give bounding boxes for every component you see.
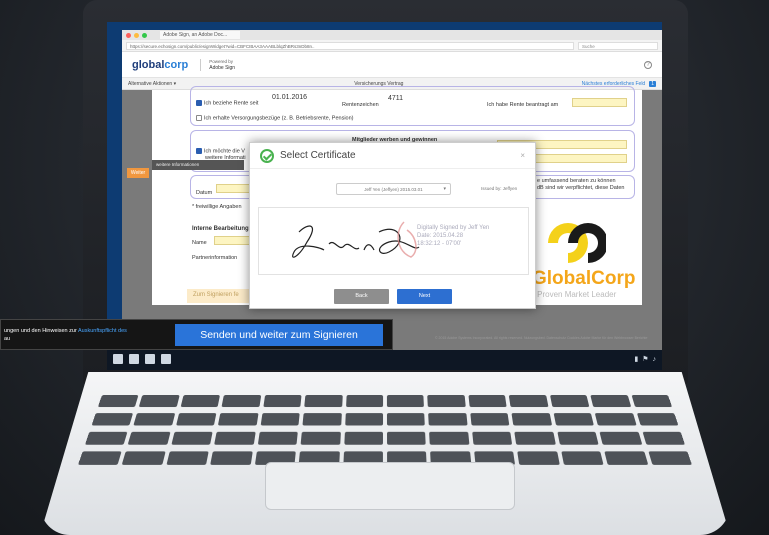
back-button[interactable]: Back — [334, 289, 389, 304]
globalcorp-g-logo — [548, 223, 606, 263]
network-icon[interactable]: ▮ — [634, 355, 638, 363]
taskbar-file-icon[interactable] — [161, 354, 171, 364]
required-field-count: 1 — [649, 80, 656, 87]
signature-details: Digitally Signed by Jeff Yen Date: 2015.… — [417, 224, 489, 248]
send-banner: ungen und den Hinweisen zur Auskunftspfl… — [0, 319, 393, 350]
certificate-check-icon — [260, 148, 274, 163]
logo-accent: corp — [164, 58, 189, 71]
app-label-small: Powered by — [209, 58, 233, 64]
url-bar: https://secure.echosign.com/public/esign… — [122, 40, 662, 52]
rente-checkbox-row[interactable]: Ich beziehe Rente seit — [196, 100, 258, 106]
weiter-tag[interactable]: Weiter — [127, 168, 149, 178]
rente-checkbox[interactable] — [196, 100, 202, 106]
logo-main: global — [132, 58, 165, 71]
address-input[interactable]: https://secure.echosign.com/public/esign… — [126, 41, 574, 50]
alternative-actions-menu[interactable]: Alternative Aktionen ▾ — [128, 81, 176, 87]
tooltip: weitere Informationen — [152, 160, 244, 170]
sig-line-2: Date: 2015.04.28 — [417, 233, 464, 239]
sig-line-3: 18:32:12 - 07'00' — [417, 241, 462, 247]
dialog-header: Select Certificate × — [250, 143, 535, 169]
next-button[interactable]: Next — [397, 289, 452, 304]
send-and-sign-button[interactable]: Senden und weiter zum Signieren — [175, 323, 383, 346]
volume-icon[interactable]: ♪ — [653, 356, 657, 363]
keyboard — [77, 395, 693, 468]
versorgung-checkbox[interactable] — [196, 115, 202, 121]
footer-text: © 2015 Adobe Systems Incorporated. All r… — [435, 336, 648, 340]
handwritten-signature — [292, 221, 420, 258]
close-window-icon[interactable] — [126, 32, 131, 38]
globalcorp-logo: globalcorp — [132, 59, 188, 71]
taskbar: ▮ ⚑ ♪ — [107, 348, 662, 370]
issued-by: Issued by: Jeffyen — [481, 186, 518, 191]
app-label: Adobe Sign — [209, 64, 236, 71]
certificate-select[interactable]: Jeff Yen (Jeffyen) 2015.03.01 ▾ — [336, 183, 451, 195]
versorgung-label: Ich erhalte Versorgungsbezüge (z. B. Bet… — [204, 115, 354, 122]
mitglieder-line1: Ich möchte die V — [204, 148, 245, 155]
versorgung-row[interactable]: Ich erhalte Versorgungsbezüge (z. B. Bet… — [196, 115, 354, 121]
select-certificate-dialog: Select Certificate × Jeff Yen (Jeffyen) … — [249, 142, 536, 309]
windows-start-icon[interactable] — [113, 354, 123, 364]
datum-label: Datum — [196, 190, 213, 196]
browser-search-input[interactable]: Suche — [578, 41, 658, 50]
system-tray: ▮ ⚑ ♪ — [634, 355, 657, 364]
signature-preview: Digitally Signed by Jeff Yen Date: 2015.… — [258, 207, 529, 275]
close-icon[interactable]: × — [520, 151, 525, 160]
mitglieder-row[interactable]: Ich möchte die V — [196, 148, 245, 154]
trackpad — [265, 462, 515, 510]
maximize-window-icon[interactable] — [142, 32, 147, 38]
help-icon[interactable]: ? — [644, 60, 652, 69]
app-header: globalcorp Powered by Adobe Sign ? — [122, 52, 662, 78]
brand-tagline: A Proven Market Leader — [530, 290, 617, 299]
beantragt-label: Ich habe Rente beantragt am — [487, 102, 559, 108]
certificate-value: Jeff Yen (Jeffyen) 2015.03.01 — [364, 187, 423, 192]
mitglieder-checkbox[interactable] — [196, 148, 202, 154]
sig-line-1: Digitally Signed by Jeff Yen — [417, 225, 490, 231]
app-name: Powered by Adobe Sign — [200, 58, 236, 71]
rente-label: Ich beziehe Rente seit — [204, 100, 259, 107]
taskbar-browser-icon[interactable] — [145, 354, 155, 364]
banner-text-prefix: ungen und den Hinweisen zur — [4, 327, 78, 334]
rente-date[interactable]: 01.01.2016 — [272, 94, 307, 101]
minimize-window-icon[interactable] — [134, 32, 139, 38]
dialog-title: Select Certificate — [280, 150, 356, 161]
brand-name: GlobalCorp — [532, 268, 636, 289]
name-label: Name — [192, 240, 207, 246]
auskunftspflicht-link[interactable]: Auskunftspflicht des — [78, 328, 127, 334]
name-field[interactable] — [214, 236, 254, 245]
freiwillig-label: * freiwillige Angaben — [192, 204, 242, 210]
rentenzeichen-value[interactable]: 4711 — [388, 95, 403, 102]
flag-icon[interactable]: ⚑ — [642, 355, 648, 363]
taskbar-app-icon[interactable] — [129, 354, 139, 364]
beantragt-date-field[interactable] — [572, 98, 627, 107]
browser-tab[interactable]: Adobe Sign, an Adobe Doc... — [160, 31, 240, 39]
intern-heading: Interne Bearbeitung — [192, 226, 249, 232]
rentenzeichen-label: Rentenzeichen — [342, 102, 379, 108]
right-info-line1: e umfassend beraten zu können — [537, 178, 616, 184]
tab-bar: Adobe Sign, an Adobe Doc... — [122, 30, 662, 40]
banner-text-suffix: au — [4, 335, 11, 342]
banner-text: ungen und den Hinweisen zur Auskunftspfl… — [1, 327, 171, 343]
partner-label: Partnerinformation — [192, 255, 238, 261]
chevron-down-icon: ▾ — [443, 186, 446, 192]
right-info-line2: dB sind wir verpflichtet, diese Daten — [537, 185, 625, 191]
